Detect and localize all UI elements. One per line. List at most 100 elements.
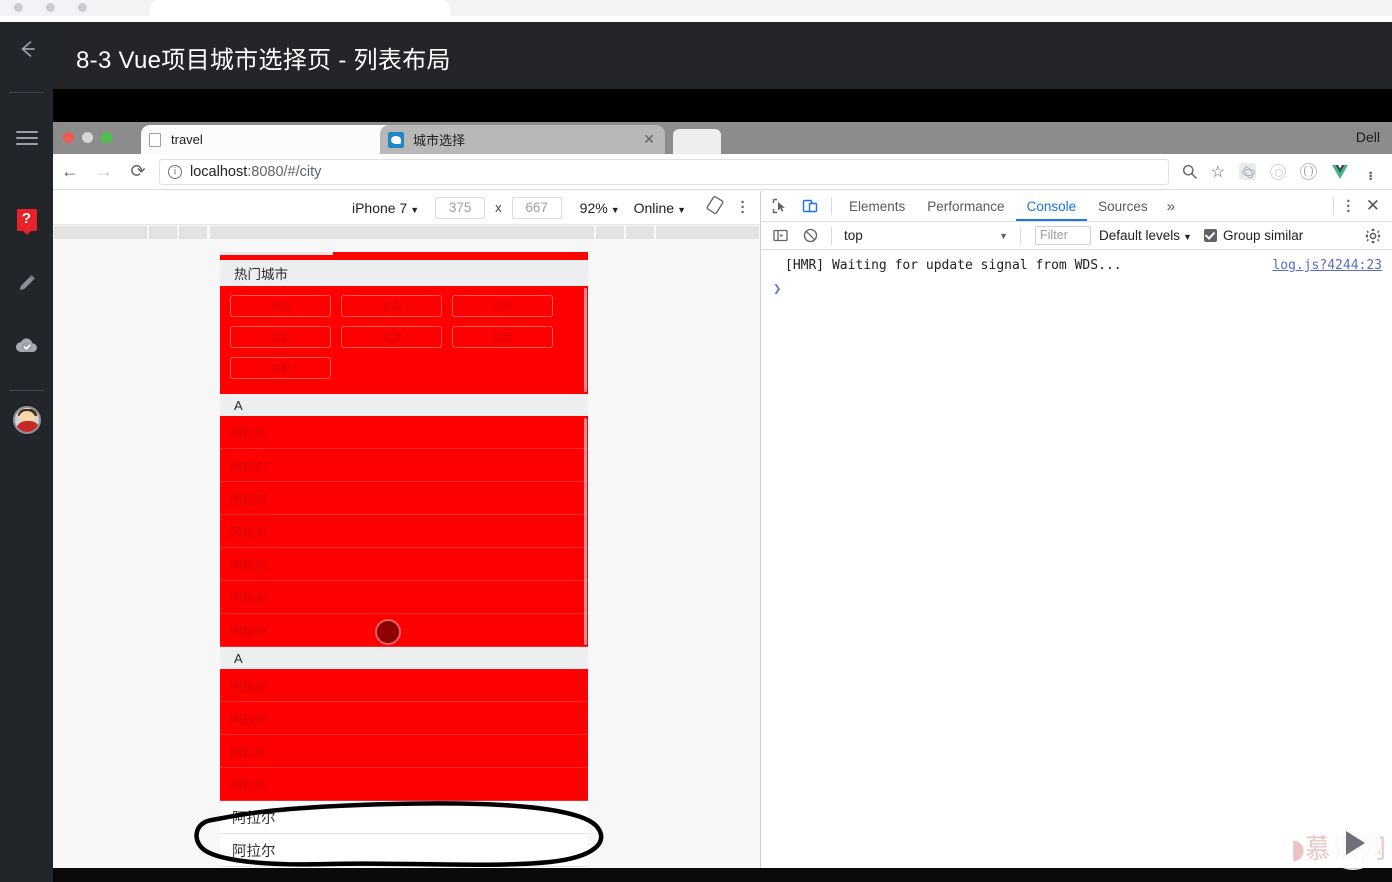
back-arrow-icon[interactable] (0, 29, 53, 69)
browser-tab-travel[interactable]: travel ✕ (141, 125, 413, 154)
left-rail: ? (0, 22, 53, 882)
city-list-item[interactable]: 阿拉尔 (220, 515, 588, 548)
pencil-icon[interactable] (0, 263, 53, 303)
console-message-row[interactable]: [HMR] Waiting for update signal from WDS… (761, 256, 1392, 275)
question-mark-glyph: ? (16, 209, 37, 235)
chrome-menu-icon[interactable]: · · · (1363, 166, 1379, 188)
chevron-down-icon: ▼ (1183, 232, 1192, 242)
city-list-item[interactable]: 阿拉尔 (220, 702, 588, 735)
viewport-width-input[interactable]: 375 (435, 196, 486, 219)
url-host: localhost (190, 163, 248, 180)
react-devtools-icon[interactable] (1239, 163, 1256, 180)
city-list-item[interactable]: 阿拉尔 (220, 581, 588, 614)
site-info-icon[interactable]: i (168, 164, 182, 179)
tab-console[interactable]: Console (1015, 191, 1088, 221)
city-list-item[interactable]: 阿拉尔 (220, 449, 588, 482)
device-name: iPhone 7 (351, 199, 408, 216)
play-triangle-icon (1346, 831, 1365, 855)
tab-sources[interactable]: Sources (1087, 191, 1159, 221)
touch-cursor (375, 619, 401, 645)
tab-close-icon[interactable]: ✕ (641, 131, 657, 148)
hot-city-button[interactable]: 北京 (341, 295, 442, 317)
camera-icon[interactable] (1270, 163, 1286, 180)
zoom-selector[interactable]: 92% ▼ (580, 200, 620, 216)
avatar[interactable] (0, 400, 53, 440)
back-button[interactable]: ← (53, 161, 87, 182)
zoom-value: 92% (579, 199, 608, 216)
city-list-item[interactable]: 阿拉尔 (220, 548, 588, 581)
devtools-menu-icon[interactable]: · · · (1340, 194, 1358, 219)
clear-console-icon[interactable] (795, 223, 825, 249)
city-list-item[interactable]: 阿拉尔 (220, 669, 588, 702)
letter-header-a: A (220, 394, 588, 416)
hot-city-button[interactable]: 北京 (452, 295, 553, 317)
chevron-down-icon: ▼ (410, 204, 420, 215)
toggle-device-toolbar-icon[interactable] (795, 193, 825, 219)
city-list-item[interactable]: 阿拉尔 (220, 834, 588, 867)
window-maximize-button[interactable] (101, 132, 112, 143)
hot-city-button[interactable]: 北京 (452, 326, 553, 348)
console-source-link[interactable]: log.js?4244:23 (1272, 258, 1382, 273)
tab-title: travel (171, 132, 203, 147)
city-list-group-1: 阿拉尔 阿拉尔 阿拉尔 阿拉尔 阿拉尔 阿拉尔 阿拉尔 (220, 416, 588, 647)
console-filter-input[interactable]: Filter (1035, 226, 1091, 245)
tab-performance[interactable]: Performance (916, 191, 1015, 221)
hot-city-button[interactable]: 北京 (341, 326, 442, 348)
window-minimize-button[interactable] (82, 132, 93, 143)
question-badge-icon[interactable]: ? (0, 200, 53, 240)
console-sidebar-icon[interactable] (765, 223, 795, 249)
site-favicon (388, 131, 404, 148)
forward-button[interactable]: → (87, 161, 121, 182)
window-close-button[interactable] (63, 132, 74, 143)
console-input-prompt[interactable]: ❯ (761, 275, 1392, 299)
city-list-item[interactable]: 阿拉尔 (220, 614, 588, 647)
city-list-group-2: 阿拉尔 阿拉尔 阿拉尔 阿拉尔 (220, 669, 588, 801)
video-letterbox-top (53, 89, 1392, 122)
more-tabs-icon[interactable]: » (1159, 198, 1183, 215)
new-tab-button[interactable] (673, 129, 721, 154)
scroll-indicator[interactable] (584, 418, 587, 645)
gear-icon[interactable] (1358, 223, 1388, 249)
hot-city-button[interactable]: 北京 (230, 295, 331, 317)
browser-tabbar: travel ✕ 城市选择 ✕ Dell (53, 122, 1392, 154)
reload-button[interactable]: ⟳ (121, 161, 155, 182)
address-bar[interactable]: i localhost:8080/#/city (159, 158, 1169, 185)
menu-icon[interactable] (0, 118, 53, 158)
city-list-item[interactable]: 阿拉尔 (220, 416, 588, 449)
throttling-selector[interactable]: Online ▼ (634, 200, 686, 216)
vue-devtools-icon[interactable] (1331, 164, 1349, 180)
play-button[interactable] (1326, 816, 1380, 870)
hot-cities-grid: 北京 北京 北京 北京 北京 北京 北京 (230, 295, 588, 388)
city-list-item[interactable]: 阿拉尔 (220, 735, 588, 768)
throttling-value: Online (633, 199, 675, 216)
player-bottom-bar (53, 868, 1392, 882)
city-list-item[interactable]: 阿拉尔 (220, 482, 588, 515)
hot-city-button[interactable]: 北京 (230, 326, 331, 348)
console-context-selector[interactable]: top ▼ (844, 228, 1014, 243)
cloud-check-icon[interactable] (0, 326, 53, 366)
viewport-height-input[interactable]: 667 (511, 196, 562, 219)
emulated-device-screen[interactable]: 热门城市 北京 北京 北京 北京 北京 北京 北京 A 阿拉尔 阿拉尔 阿拉尔 … (220, 252, 588, 882)
close-devtools-icon[interactable]: ✕ (1358, 196, 1388, 216)
log-levels-selector[interactable]: Default levels ▼ (1099, 228, 1192, 243)
bookmark-star-icon[interactable]: ☆ (1211, 162, 1225, 182)
rail-divider-2 (9, 390, 44, 391)
city-list-item[interactable]: 阿拉尔 (220, 768, 588, 801)
browser-tab-city-select[interactable]: 城市选择 ✕ (380, 125, 665, 154)
rotate-icon[interactable] (706, 195, 724, 219)
group-similar-checkbox[interactable] (1203, 229, 1217, 242)
city-list-item[interactable]: 阿拉尔 (220, 801, 588, 834)
outer-ghost-tab[interactable] (150, 0, 450, 16)
hot-city-button[interactable]: 北京 (230, 357, 331, 379)
city-list-group-white: 阿拉尔 阿拉尔 (220, 801, 588, 867)
parens-icon[interactable]: ( ) (1300, 163, 1317, 180)
device-toolbar-menu-icon[interactable]: · · · (734, 195, 752, 220)
scroll-indicator[interactable] (584, 288, 587, 392)
levels-value: Default levels (1099, 228, 1181, 243)
device-selector[interactable]: iPhone 7 ▼ (352, 200, 419, 216)
tab-elements[interactable]: Elements (838, 191, 916, 221)
outer-nav-dot-2 (46, 3, 55, 12)
search-icon[interactable] (1182, 164, 1197, 179)
console-toolbar: top ▼ Filter Default levels ▼ Group simil… (761, 222, 1392, 250)
inspect-element-icon[interactable] (765, 193, 795, 219)
